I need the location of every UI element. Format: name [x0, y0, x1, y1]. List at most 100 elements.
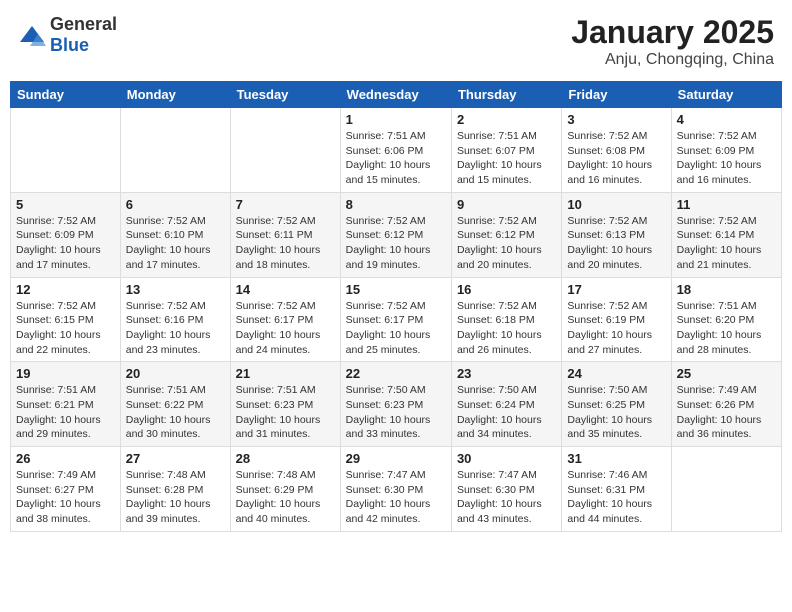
calendar-cell: 2 Sunrise: 7:51 AM Sunset: 6:07 PM Daylig… [451, 108, 561, 193]
day-number: 2 [457, 112, 556, 127]
location-title: Anju, Chongqing, China [571, 51, 774, 69]
day-info: Sunrise: 7:52 AM Sunset: 6:14 PM Dayligh… [677, 214, 776, 273]
day-header-monday: Monday [120, 82, 230, 108]
day-info: Sunrise: 7:52 AM Sunset: 6:19 PM Dayligh… [567, 299, 665, 358]
calendar-header-row: SundayMondayTuesdayWednesdayThursdayFrid… [11, 82, 782, 108]
calendar-cell: 4 Sunrise: 7:52 AM Sunset: 6:09 PM Daylig… [671, 108, 781, 193]
calendar-cell: 13 Sunrise: 7:52 AM Sunset: 6:16 PM Dayli… [120, 277, 230, 362]
logo-mark [18, 24, 46, 46]
calendar-week-row: 19Sunrise: 7:51 AM Sunset: 6:21 PM Dayli… [11, 362, 782, 447]
calendar-week-row: 12Sunrise: 7:52 AM Sunset: 6:15 PM Dayli… [11, 277, 782, 362]
day-info: Sunrise: 7:52 AM Sunset: 6:12 PM Dayligh… [457, 214, 556, 273]
calendar-cell: 16 Sunrise: 7:52 AM Sunset: 6:18 PM Dayli… [451, 277, 561, 362]
logo-blue: Blue [50, 35, 89, 55]
day-header-sunday: Sunday [11, 82, 121, 108]
day-number: 17 [567, 282, 665, 297]
calendar-cell [230, 108, 340, 193]
calendar-table: SundayMondayTuesdayWednesdayThursdayFrid… [10, 81, 782, 532]
day-info: Sunrise: 7:48 AM Sunset: 6:29 PM Dayligh… [236, 468, 335, 527]
calendar-cell: 9 Sunrise: 7:52 AM Sunset: 6:12 PM Daylig… [451, 192, 561, 277]
day-info: Sunrise: 7:50 AM Sunset: 6:25 PM Dayligh… [567, 383, 665, 442]
day-number: 21 [236, 366, 335, 381]
day-info: Sunrise: 7:52 AM Sunset: 6:16 PM Dayligh… [126, 299, 225, 358]
day-number: 28 [236, 451, 335, 466]
calendar-cell: 14Sunrise: 7:52 AM Sunset: 6:17 PM Dayli… [230, 277, 340, 362]
calendar-cell: 5Sunrise: 7:52 AM Sunset: 6:09 PM Daylig… [11, 192, 121, 277]
calendar-cell: 1Sunrise: 7:51 AM Sunset: 6:06 PM Daylig… [340, 108, 451, 193]
day-header-tuesday: Tuesday [230, 82, 340, 108]
day-number: 20 [126, 366, 225, 381]
calendar-cell: 12Sunrise: 7:52 AM Sunset: 6:15 PM Dayli… [11, 277, 121, 362]
day-info: Sunrise: 7:52 AM Sunset: 6:15 PM Dayligh… [16, 299, 115, 358]
day-number: 6 [126, 197, 225, 212]
calendar-cell: 22Sunrise: 7:50 AM Sunset: 6:23 PM Dayli… [340, 362, 451, 447]
day-number: 1 [346, 112, 446, 127]
day-info: Sunrise: 7:52 AM Sunset: 6:09 PM Dayligh… [677, 129, 776, 188]
day-number: 22 [346, 366, 446, 381]
day-info: Sunrise: 7:52 AM Sunset: 6:18 PM Dayligh… [457, 299, 556, 358]
day-number: 23 [457, 366, 556, 381]
calendar-cell: 27 Sunrise: 7:48 AM Sunset: 6:28 PM Dayli… [120, 447, 230, 532]
day-number: 4 [677, 112, 776, 127]
calendar-cell: 29 Sunrise: 7:47 AM Sunset: 6:30 PM Dayli… [340, 447, 451, 532]
calendar-cell [120, 108, 230, 193]
day-header-thursday: Thursday [451, 82, 561, 108]
day-number: 3 [567, 112, 665, 127]
day-number: 24 [567, 366, 665, 381]
day-info: Sunrise: 7:47 AM Sunset: 6:30 PM Dayligh… [346, 468, 446, 527]
logo: General Blue [18, 14, 117, 56]
calendar-cell: 6 Sunrise: 7:52 AM Sunset: 6:10 PM Daylig… [120, 192, 230, 277]
logo-text: General Blue [50, 14, 117, 56]
day-info: Sunrise: 7:48 AM Sunset: 6:28 PM Dayligh… [126, 468, 225, 527]
calendar-cell: 7Sunrise: 7:52 AM Sunset: 6:11 PM Daylig… [230, 192, 340, 277]
day-number: 13 [126, 282, 225, 297]
day-info: Sunrise: 7:51 AM Sunset: 6:07 PM Dayligh… [457, 129, 556, 188]
day-number: 5 [16, 197, 115, 212]
calendar-cell: 24 Sunrise: 7:50 AM Sunset: 6:25 PM Dayli… [562, 362, 671, 447]
day-number: 25 [677, 366, 776, 381]
day-info: Sunrise: 7:46 AM Sunset: 6:31 PM Dayligh… [567, 468, 665, 527]
calendar-cell: 10Sunrise: 7:52 AM Sunset: 6:13 PM Dayli… [562, 192, 671, 277]
day-info: Sunrise: 7:49 AM Sunset: 6:27 PM Dayligh… [16, 468, 115, 527]
header: General Blue January 2025 Anju, Chongqin… [10, 10, 782, 73]
day-number: 27 [126, 451, 225, 466]
calendar-week-row: 1Sunrise: 7:51 AM Sunset: 6:06 PM Daylig… [11, 108, 782, 193]
calendar-cell [671, 447, 781, 532]
calendar-week-row: 5Sunrise: 7:52 AM Sunset: 6:09 PM Daylig… [11, 192, 782, 277]
day-number: 26 [16, 451, 115, 466]
day-number: 8 [346, 197, 446, 212]
calendar-cell: 3 Sunrise: 7:52 AM Sunset: 6:08 PM Daylig… [562, 108, 671, 193]
day-info: Sunrise: 7:52 AM Sunset: 6:12 PM Dayligh… [346, 214, 446, 273]
calendar-cell: 15 Sunrise: 7:52 AM Sunset: 6:17 PM Dayli… [340, 277, 451, 362]
day-header-friday: Friday [562, 82, 671, 108]
calendar-cell [11, 108, 121, 193]
logo-general: General [50, 14, 117, 34]
calendar-cell: 31Sunrise: 7:46 AM Sunset: 6:31 PM Dayli… [562, 447, 671, 532]
day-number: 16 [457, 282, 556, 297]
day-info: Sunrise: 7:52 AM Sunset: 6:11 PM Dayligh… [236, 214, 335, 273]
day-number: 18 [677, 282, 776, 297]
day-info: Sunrise: 7:49 AM Sunset: 6:26 PM Dayligh… [677, 383, 776, 442]
calendar-cell: 26 Sunrise: 7:49 AM Sunset: 6:27 PM Dayli… [11, 447, 121, 532]
day-number: 9 [457, 197, 556, 212]
day-info: Sunrise: 7:47 AM Sunset: 6:30 PM Dayligh… [457, 468, 556, 527]
calendar-cell: 19Sunrise: 7:51 AM Sunset: 6:21 PM Dayli… [11, 362, 121, 447]
day-info: Sunrise: 7:52 AM Sunset: 6:08 PM Dayligh… [567, 129, 665, 188]
day-number: 15 [346, 282, 446, 297]
day-info: Sunrise: 7:52 AM Sunset: 6:17 PM Dayligh… [236, 299, 335, 358]
calendar-cell: 28 Sunrise: 7:48 AM Sunset: 6:29 PM Dayli… [230, 447, 340, 532]
day-info: Sunrise: 7:52 AM Sunset: 6:17 PM Dayligh… [346, 299, 446, 358]
day-header-wednesday: Wednesday [340, 82, 451, 108]
calendar-cell: 23 Sunrise: 7:50 AM Sunset: 6:24 PM Dayli… [451, 362, 561, 447]
month-title: January 2025 [571, 14, 774, 51]
calendar-cell: 18 Sunrise: 7:51 AM Sunset: 6:20 PM Dayli… [671, 277, 781, 362]
day-number: 29 [346, 451, 446, 466]
day-info: Sunrise: 7:51 AM Sunset: 6:20 PM Dayligh… [677, 299, 776, 358]
day-info: Sunrise: 7:50 AM Sunset: 6:24 PM Dayligh… [457, 383, 556, 442]
logo-icon [18, 24, 46, 46]
day-number: 10 [567, 197, 665, 212]
day-info: Sunrise: 7:52 AM Sunset: 6:10 PM Dayligh… [126, 214, 225, 273]
day-header-saturday: Saturday [671, 82, 781, 108]
calendar-cell: 21Sunrise: 7:51 AM Sunset: 6:23 PM Dayli… [230, 362, 340, 447]
calendar-cell: 8 Sunrise: 7:52 AM Sunset: 6:12 PM Daylig… [340, 192, 451, 277]
